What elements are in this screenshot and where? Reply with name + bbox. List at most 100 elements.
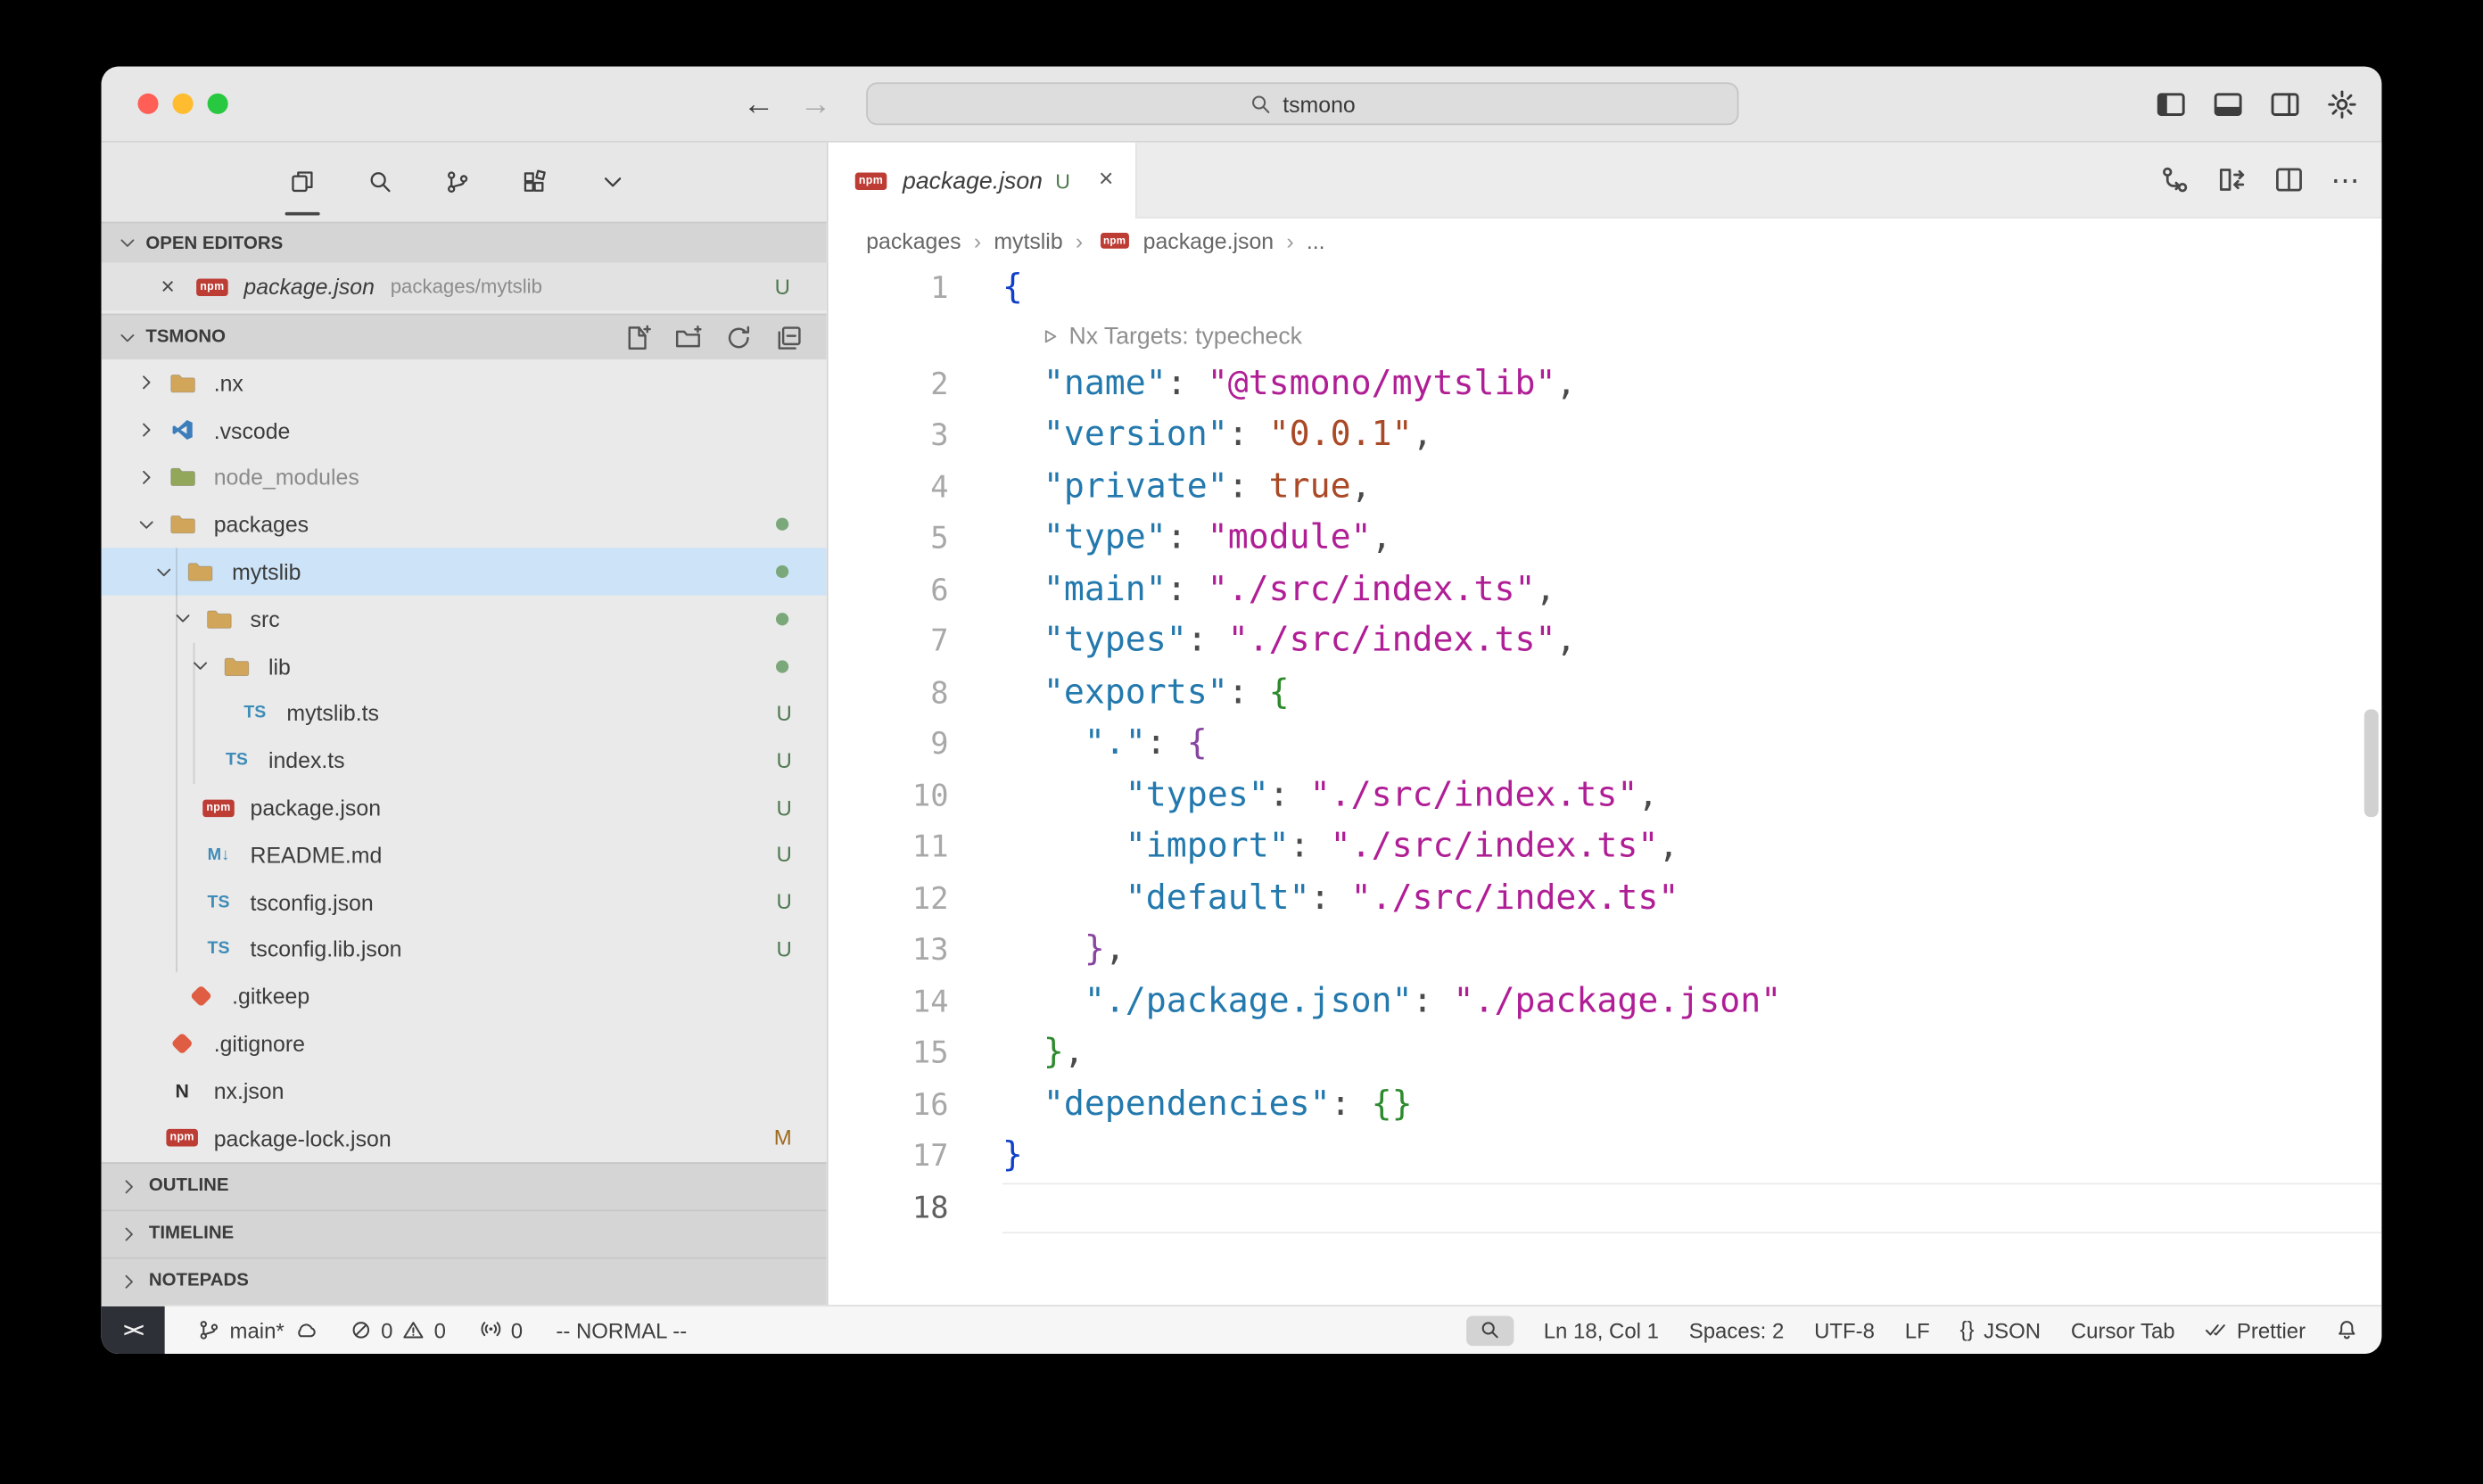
source-control-graph-icon[interactable] [2160, 165, 2190, 195]
tree-item-src[interactable]: src [102, 596, 827, 643]
tree-item-package.json[interactable]: npmpackage.jsonU [102, 784, 827, 831]
status-indentation[interactable]: Spaces: 2 [1689, 1318, 1785, 1342]
line-number[interactable]: 18 [829, 1182, 949, 1233]
status-notifications[interactable] [2336, 1319, 2358, 1341]
tree-item-.gitkeep[interactable]: .gitkeep [102, 973, 827, 1020]
code-line-content[interactable]: "types": "./src/index.ts", [1002, 616, 2381, 668]
minimize-window-button[interactable] [173, 94, 194, 114]
tab-package-json[interactable]: npm package.json U × [829, 143, 1137, 218]
code-line-5[interactable]: 5 "type": "module", [829, 513, 2382, 565]
status-cursor-position[interactable]: Ln 18, Col 1 [1544, 1318, 1659, 1342]
tree-item-.vscode[interactable]: .vscode [102, 407, 827, 454]
chevron-right-icon[interactable] [128, 467, 163, 488]
code-line-12[interactable]: 12 "default": "./src/index.ts" [829, 873, 2382, 925]
open-editors-header[interactable]: OPEN EDITORS [102, 222, 827, 263]
status-broadcast[interactable]: 0 [479, 1318, 523, 1342]
status-git-branch[interactable]: main* [198, 1318, 316, 1342]
code-line-16[interactable]: 16 "dependencies": {} [829, 1079, 2382, 1131]
code-line-2[interactable]: 2 "name": "@tsmono/mytslib", [829, 359, 2382, 410]
code-line-7[interactable]: 7 "types": "./src/index.ts", [829, 616, 2382, 668]
breadcrumb-packages[interactable]: packages [866, 228, 961, 253]
more-actions-icon[interactable]: ⋯ [2331, 166, 2360, 194]
tree-item-package-lock.json[interactable]: npmpackage-lock.jsonM [102, 1115, 827, 1162]
line-number[interactable]: 17 [829, 1131, 949, 1183]
activity-search[interactable] [363, 165, 398, 200]
panel-left-icon[interactable] [2155, 88, 2187, 120]
chevron-down-icon[interactable] [165, 608, 200, 629]
new-file-icon[interactable] [624, 324, 651, 350]
code-line-4[interactable]: 4 "private": true, [829, 462, 2382, 514]
tree-item-tsconfig.lib.json[interactable]: TStsconfig.lib.jsonU [102, 926, 827, 973]
code-line-content[interactable]: "version": "0.0.1", [1002, 410, 2381, 462]
tree-item-index.ts[interactable]: TSindex.tsU [102, 737, 827, 784]
line-number[interactable]: 10 [829, 771, 949, 822]
activity-explorer[interactable] [285, 165, 320, 200]
code-line-content[interactable]: "main": "./src/index.ts", [1002, 565, 2381, 616]
line-number[interactable]: 7 [829, 616, 949, 668]
code-line-15[interactable]: 15 }, [829, 1027, 2382, 1079]
section-timeline[interactable]: TIMELINE [102, 1209, 827, 1257]
close-editor-icon[interactable]: × [155, 275, 180, 299]
chevron-down-icon[interactable] [128, 515, 163, 535]
tree-item-mytslib.ts[interactable]: TSmytslib.tsU [102, 689, 827, 737]
open-editor-entry[interactable]: × npm package.json packages/mytslib U [102, 263, 827, 310]
code-line-content[interactable]: "private": true, [1002, 462, 2381, 514]
chevron-right-icon[interactable] [128, 420, 163, 441]
tree-item-.gitignore[interactable]: .gitignore [102, 1020, 827, 1068]
line-number[interactable]: 2 [829, 359, 949, 410]
close-tab-icon[interactable]: × [1099, 168, 1114, 193]
code-line-9[interactable]: 9 ".": { [829, 719, 2382, 771]
line-number[interactable]: 5 [829, 513, 949, 565]
tree-item-.nx[interactable]: .nx [102, 359, 827, 407]
status-eol[interactable]: LF [1905, 1318, 1930, 1342]
code-line-content[interactable]: "exports": { [1002, 667, 2381, 719]
code-editor[interactable]: 1{Nx Targets: typecheck2 "name": "@tsmon… [829, 263, 2382, 1305]
line-number[interactable]: 3 [829, 410, 949, 462]
zoom-window-button[interactable] [208, 94, 228, 114]
code-line-content[interactable]: "type": "module", [1002, 513, 2381, 565]
code-line-10[interactable]: 10 "types": "./src/index.ts", [829, 771, 2382, 822]
line-number[interactable]: 11 [829, 821, 949, 873]
code-line-6[interactable]: 6 "main": "./src/index.ts", [829, 565, 2382, 616]
line-number[interactable]: 9 [829, 719, 949, 771]
code-line-content[interactable]: "types": "./src/index.ts", [1002, 771, 2381, 822]
line-number[interactable]: 4 [829, 462, 949, 514]
back-icon[interactable]: ← [743, 88, 775, 120]
tree-item-lib[interactable]: lib [102, 642, 827, 689]
line-number[interactable]: 6 [829, 565, 949, 616]
line-number[interactable]: 1 [829, 263, 949, 315]
explorer-section-header[interactable]: TSMONO [102, 314, 827, 359]
code-line-content[interactable] [1002, 1182, 2381, 1233]
line-number[interactable]: 14 [829, 977, 949, 1028]
code-line-3[interactable]: 3 "version": "0.0.1", [829, 410, 2382, 462]
code-line-content[interactable]: }, [1002, 925, 2381, 977]
code-line-content[interactable]: }, [1002, 1027, 2381, 1079]
breadcrumb-package.json[interactable]: npmpackage.json [1095, 228, 1274, 253]
scrollbar-thumb[interactable] [2364, 709, 2379, 817]
tree-item-tsconfig.json[interactable]: TStsconfig.jsonU [102, 878, 827, 926]
status-zoom-indicator[interactable] [1466, 1315, 1514, 1346]
open-changes-icon[interactable] [2217, 165, 2248, 195]
status-remote[interactable]: >< [102, 1307, 165, 1354]
tree-item-nx.json[interactable]: Nnx.json [102, 1068, 827, 1115]
tree-item-node_modules[interactable]: node_modules [102, 454, 827, 501]
status-problems[interactable]: 00 [350, 1318, 446, 1342]
line-number[interactable]: 15 [829, 1027, 949, 1079]
code-line-11[interactable]: 11 "import": "./src/index.ts", [829, 821, 2382, 873]
line-number[interactable]: 12 [829, 873, 949, 925]
activity-source-control[interactable] [441, 165, 475, 200]
split-editor-icon[interactable] [2274, 165, 2305, 195]
code-line-18[interactable]: 18 [829, 1182, 2382, 1233]
refresh-icon[interactable] [725, 324, 752, 350]
tree-item-mytslib[interactable]: mytslib [102, 548, 827, 596]
forward-icon[interactable]: → [800, 88, 832, 120]
code-line-content[interactable]: "default": "./src/index.ts" [1002, 873, 2381, 925]
section-outline[interactable]: OUTLINE [102, 1161, 827, 1208]
collapse-all-icon[interactable] [776, 324, 803, 350]
code-line-14[interactable]: 14 "./package.json": "./package.json" [829, 977, 2382, 1028]
tree-item-packages[interactable]: packages [102, 501, 827, 548]
section-notepads[interactable]: NOTEPADS [102, 1257, 827, 1304]
code-line-content[interactable]: "name": "@tsmono/mytslib", [1002, 359, 2381, 410]
status-vim-mode[interactable]: -- NORMAL -- [556, 1318, 687, 1342]
breadcrumb-...[interactable]: ... [1307, 228, 1325, 253]
